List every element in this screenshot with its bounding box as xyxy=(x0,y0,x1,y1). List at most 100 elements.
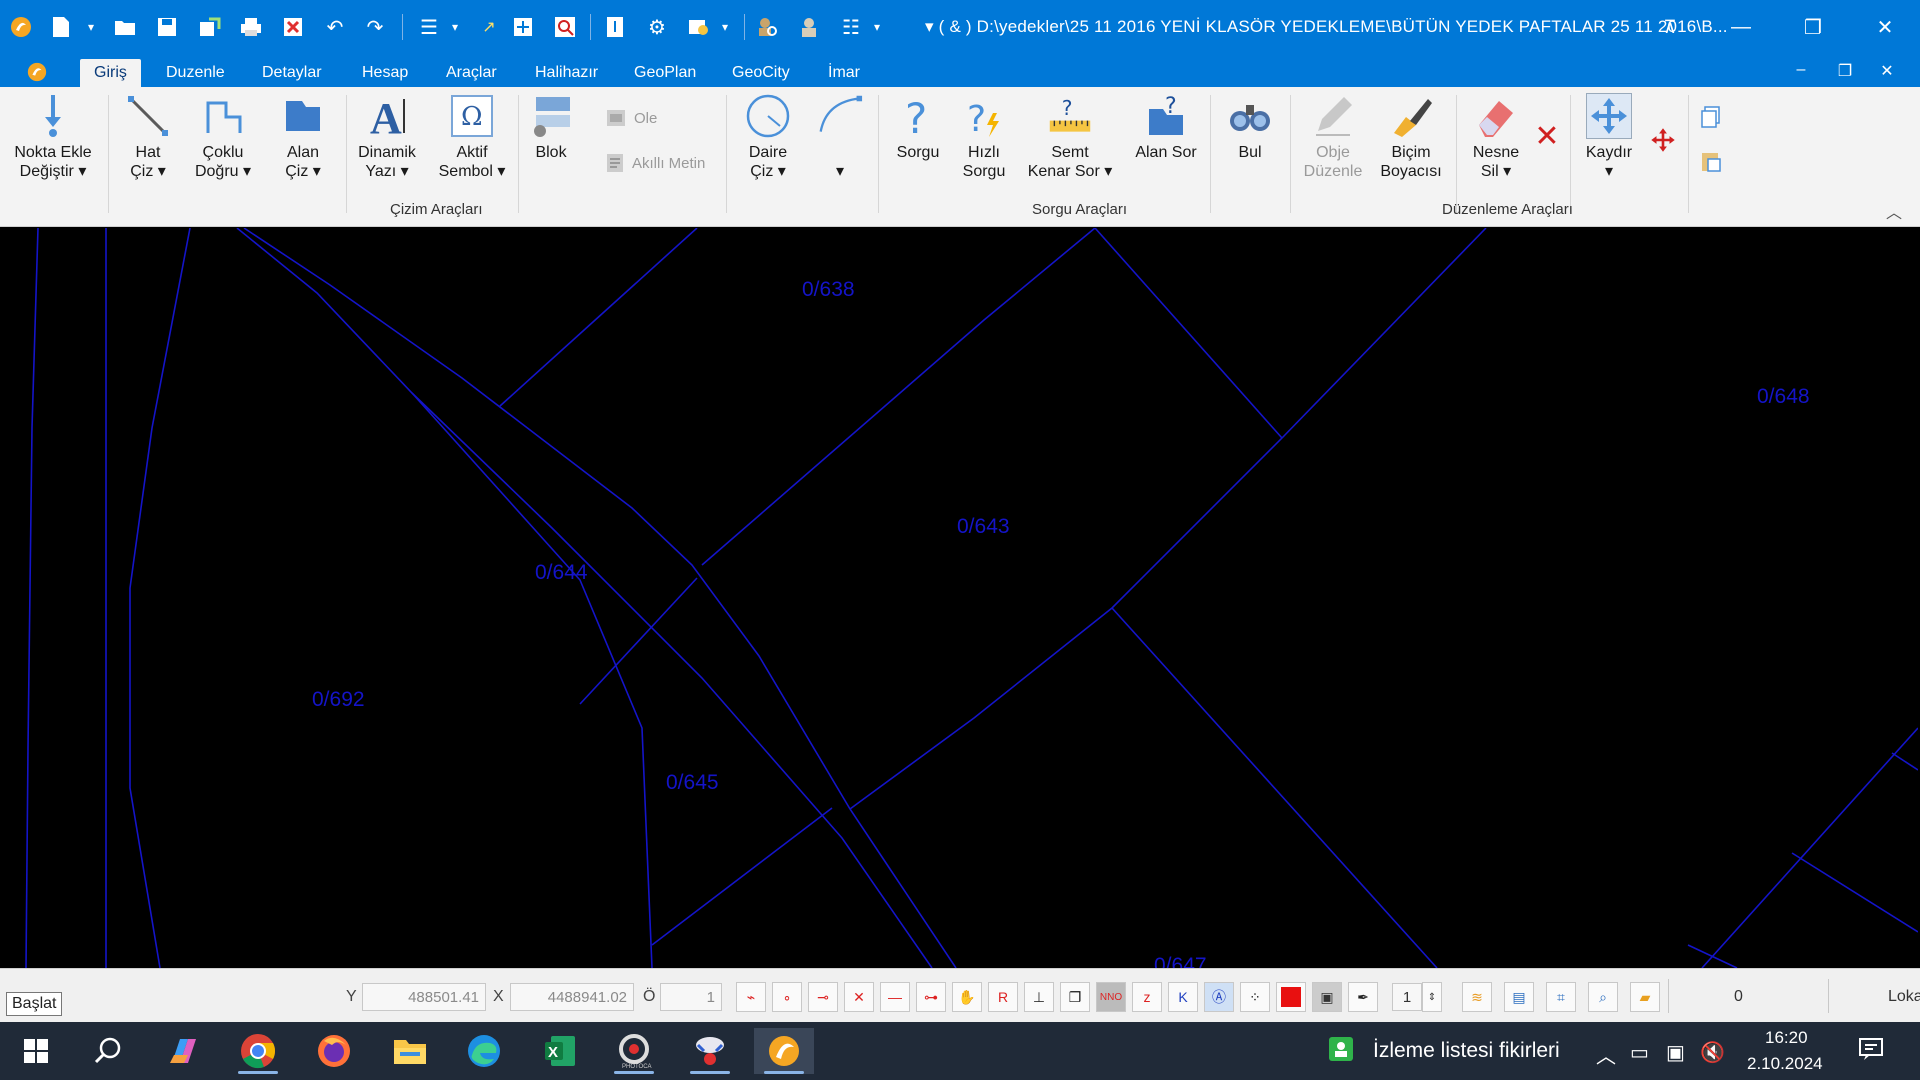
export-icon[interactable] xyxy=(195,12,225,42)
search-icon[interactable] xyxy=(78,1028,138,1074)
nesne-sil-button[interactable]: Nesne Sil ▾ xyxy=(1464,93,1528,181)
app-menu-icon[interactable] xyxy=(22,57,52,87)
folder-open-icon[interactable]: ▰ xyxy=(1630,982,1660,1012)
pen-icon[interactable]: ✒ xyxy=(1348,982,1378,1012)
snap-r-icon[interactable]: R xyxy=(988,982,1018,1012)
close-file-icon[interactable] xyxy=(278,12,308,42)
x-coord-field[interactable]: 4488941.02 xyxy=(510,983,634,1011)
edge-icon[interactable] xyxy=(454,1028,514,1074)
save-icon[interactable] xyxy=(152,12,182,42)
doc-close-button[interactable]: ✕ xyxy=(1872,61,1902,83)
meeting-camera-icon[interactable]: ▣ xyxy=(1666,1040,1685,1065)
geo-app-icon[interactable] xyxy=(754,1028,814,1074)
tab-halihazir[interactable]: Halihazır xyxy=(521,59,612,87)
tab-imar[interactable]: İmar xyxy=(814,59,874,87)
list-dropdown-icon[interactable]: ▾ xyxy=(440,12,470,42)
blok-button[interactable]: Blok xyxy=(528,93,574,162)
hat-ciz-button[interactable]: Hat Çiz ▾ xyxy=(118,93,178,181)
tab-duzenle[interactable]: Duzenle xyxy=(152,59,239,87)
layers-stack-icon[interactable]: ≋ xyxy=(1462,982,1492,1012)
network-icon[interactable]: ⌗ xyxy=(1546,982,1576,1012)
doc-minimize-button[interactable]: – xyxy=(1786,61,1816,83)
delete-x-icon[interactable]: ✕ xyxy=(1530,122,1564,152)
snap-magnet-icon[interactable]: ⌁ xyxy=(736,982,766,1012)
image-icon[interactable]: ▤ xyxy=(1504,982,1534,1012)
bicim-boyacisi-button[interactable]: Biçim Boyacısı xyxy=(1374,93,1448,181)
layers-dropdown-icon[interactable]: ▾ xyxy=(710,12,740,42)
new-dropdown-icon[interactable]: ▾ xyxy=(76,12,106,42)
bul-button[interactable]: Bul xyxy=(1224,93,1276,162)
snap-endpoint-icon[interactable]: ⊸ xyxy=(808,982,838,1012)
zoom-window-icon[interactable] xyxy=(550,12,580,42)
restore-button[interactable]: ❐ xyxy=(1790,8,1836,46)
close-button[interactable]: ✕ xyxy=(1862,8,1908,46)
dots-grid-icon[interactable]: ⁘ xyxy=(1240,982,1270,1012)
new-file-icon[interactable] xyxy=(46,12,76,42)
arc-dropdown-icon[interactable]: ▾ xyxy=(812,162,868,181)
snap-point-icon[interactable]: ∘ xyxy=(772,982,802,1012)
tab-detaylar[interactable]: Detaylar xyxy=(248,59,336,87)
dinamik-yazi-button[interactable]: A Dinamik Yazı ▾ xyxy=(352,93,422,181)
preview-icon[interactable]: ⌕ xyxy=(1588,982,1618,1012)
collapse-ribbon-icon[interactable]: ︿ xyxy=(1886,199,1902,223)
copy-icon[interactable] xyxy=(1696,105,1726,134)
app-logo-icon[interactable] xyxy=(6,12,36,42)
a-badge-icon[interactable]: Ⓐ xyxy=(1204,982,1234,1012)
user-icon[interactable] xyxy=(794,12,824,42)
tab-araclar[interactable]: Araçlar xyxy=(432,59,511,87)
notification-center-icon[interactable] xyxy=(1858,1036,1884,1068)
firefox-icon[interactable] xyxy=(304,1028,364,1074)
photocapx-icon[interactable]: PHOTOCAPX xyxy=(604,1028,664,1074)
tray-overflow-icon[interactable]: ︿ xyxy=(1596,1040,1616,1069)
kaydir-dropdown-icon[interactable]: ▾ xyxy=(1578,162,1640,181)
snap-intersection-icon[interactable]: ✕ xyxy=(844,982,874,1012)
news-widget-text[interactable]: İzleme listesi fikirleri xyxy=(1373,1039,1560,1063)
pan-hand-icon[interactable]: ✋ xyxy=(952,982,982,1012)
minimize-button[interactable]: — xyxy=(1718,8,1764,46)
netcad-icon[interactable] xyxy=(680,1028,740,1074)
ole-button[interactable]: Ole xyxy=(606,109,657,127)
sorgu-button[interactable]: ? Sorgu xyxy=(890,93,946,162)
yay-ciz-button[interactable]: ▾ xyxy=(812,93,868,181)
windows-start-icon[interactable] xyxy=(6,1028,66,1074)
daire-ciz-button[interactable]: Daire Çiz ▾ xyxy=(740,93,796,181)
file-explorer-icon[interactable] xyxy=(380,1028,440,1074)
snap-midpoint-icon[interactable]: ⊶ xyxy=(916,982,946,1012)
nokta-ekle-button[interactable]: Nokta Ekle Değiştir ▾ xyxy=(8,93,98,181)
grid-dropdown-icon[interactable]: ▾ xyxy=(862,12,892,42)
coklu-dogru-button[interactable]: Çoklu Doğru ▾ xyxy=(188,93,258,181)
map-canvas[interactable]: 0/638 0/648 0/643 0/644 0/692 0/645 0/64… xyxy=(2,228,1918,968)
zoom-extents-icon[interactable] xyxy=(508,12,538,42)
open-folder-icon[interactable] xyxy=(110,12,140,42)
clock-time[interactable]: 16:20 xyxy=(1765,1028,1808,1048)
tab-geocity[interactable]: GeoCity xyxy=(718,59,804,87)
y-coord-field[interactable]: 488501.41 xyxy=(362,983,486,1011)
doc-restore-button[interactable]: ❐ xyxy=(1830,61,1860,83)
volume-muted-icon[interactable]: 🔇 xyxy=(1700,1040,1725,1065)
print-icon[interactable] xyxy=(236,12,266,42)
perpendicular-icon[interactable]: ⊥ xyxy=(1024,982,1054,1012)
k-icon[interactable]: K xyxy=(1168,982,1198,1012)
z-icon[interactable]: z xyxy=(1132,982,1162,1012)
settings-gear-icon[interactable]: ⚙ xyxy=(642,12,672,42)
snap-line-icon[interactable]: — xyxy=(880,982,910,1012)
clock-date[interactable]: 2.10.2024 xyxy=(1747,1054,1823,1074)
frame-icon[interactable]: ▣ xyxy=(1312,982,1342,1012)
undo-icon[interactable]: ↶ xyxy=(320,12,350,42)
color-swatch-icon[interactable] xyxy=(1276,982,1306,1012)
redo-icon[interactable]: ↷ xyxy=(360,12,390,42)
alan-sor-button[interactable]: ? Alan Sor xyxy=(1128,93,1204,162)
info-icon[interactable] xyxy=(600,12,630,42)
tab-geoplan[interactable]: GeoPlan xyxy=(620,59,710,87)
chrome-icon[interactable] xyxy=(228,1028,288,1074)
pin-icon[interactable]: ⊼ xyxy=(1647,8,1693,46)
move-small-icon[interactable] xyxy=(1648,127,1678,158)
tab-giris[interactable]: Giriş xyxy=(80,59,141,87)
obje-duzenle-button[interactable]: Obje Düzenle xyxy=(1300,93,1366,181)
alan-ciz-button[interactable]: Alan Çiz ▾ xyxy=(268,93,338,181)
paste-icon[interactable] xyxy=(1696,149,1726,178)
akilli-metin-button[interactable]: Akıllı Metin xyxy=(606,153,705,173)
scale-spinner-icon[interactable]: ⇕ xyxy=(1422,982,1442,1012)
window-copy-icon[interactable]: ❐ xyxy=(1060,982,1090,1012)
excel-icon[interactable]: X xyxy=(530,1028,590,1074)
